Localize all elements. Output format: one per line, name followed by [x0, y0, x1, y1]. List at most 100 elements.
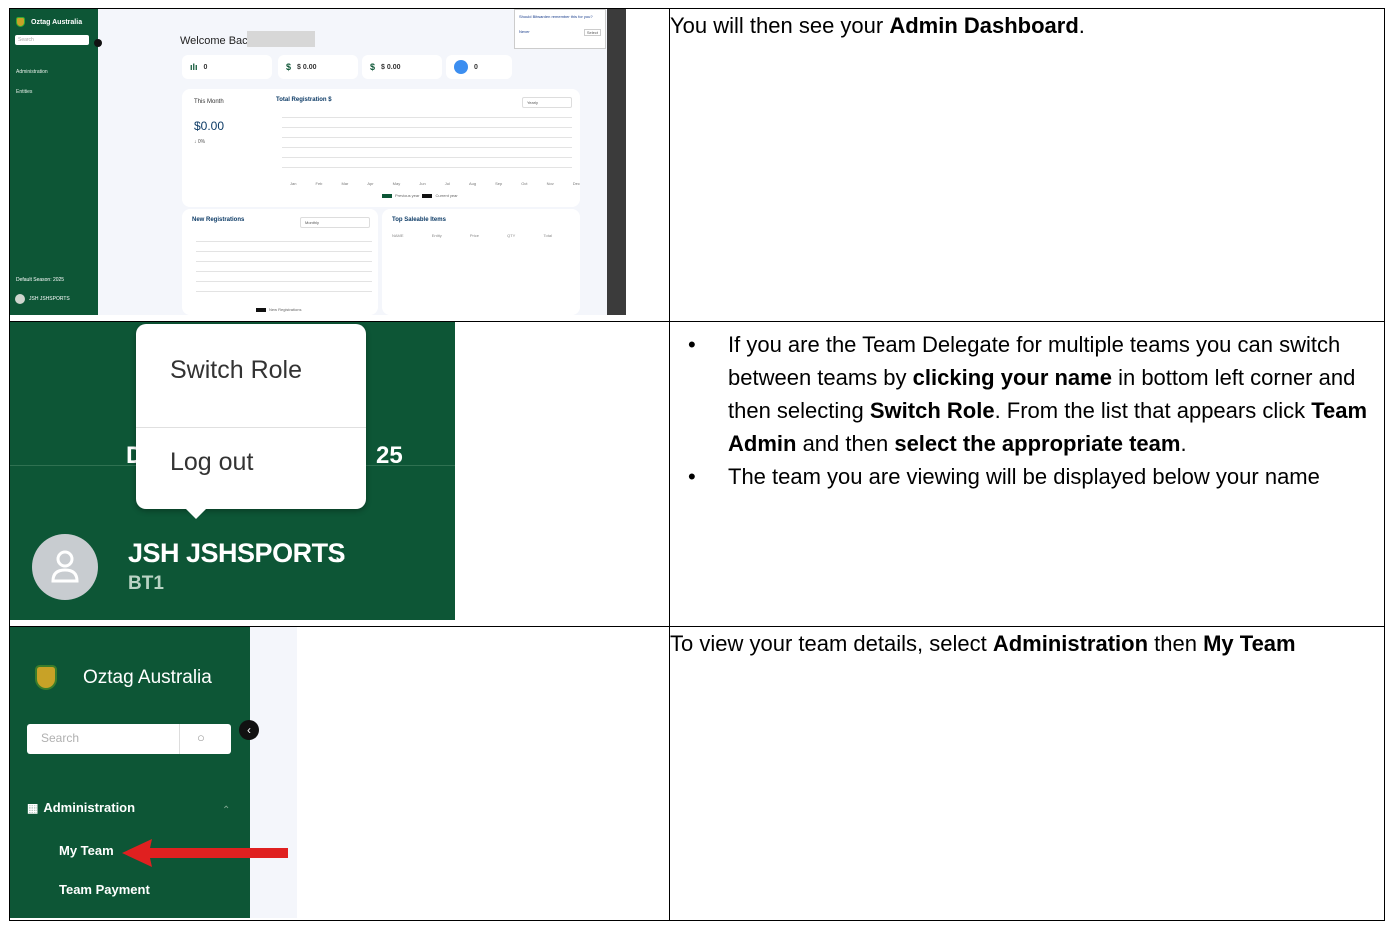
- bullet-icon: •: [688, 464, 696, 489]
- bitwarden-popup: Should Bitwarden remember this for you? …: [514, 9, 606, 49]
- top-items-title: Top Saleable Items: [392, 217, 446, 223]
- dollar-icon: $: [370, 62, 376, 72]
- bitwarden-never-button[interactable]: Never: [519, 29, 530, 36]
- instruction-text: To view your team details, select: [670, 631, 993, 656]
- red-arrow-icon: [122, 839, 288, 867]
- role-menu-screenshot: D 25 Switch Role Log out JSH JSHSPORTS ⌄…: [10, 322, 455, 620]
- search-icon[interactable]: ○: [197, 730, 205, 745]
- dashboard-season: Default Season: 2025: [16, 277, 65, 283]
- dashboard-nav-administration[interactable]: Administration: [16, 69, 48, 75]
- month-tick-label: Feb: [315, 181, 323, 186]
- sidebar-item-label: Administration: [43, 800, 136, 815]
- chevron-down-icon[interactable]: ⌄: [332, 543, 349, 568]
- month-tick-label: Mar: [341, 181, 349, 186]
- grid-icon: ▦: [27, 800, 39, 815]
- new-registrations-swatch: [256, 307, 266, 312]
- sidebar-item-team-payment[interactable]: Team Payment: [59, 882, 150, 897]
- instruction-bold: My Team: [1203, 631, 1296, 656]
- search-divider: [179, 724, 180, 754]
- taskbar-strip: [607, 9, 626, 315]
- month-axis: Jan Feb Mar Apr May Jun Jul Aug Sep Oct Nov Dec: [290, 181, 580, 186]
- month-tick-label: Dec: [572, 181, 580, 186]
- column-header: Price: [469, 233, 479, 238]
- admin-search-input[interactable]: Search ○: [27, 724, 231, 754]
- this-month-label: This Month: [194, 99, 224, 105]
- total-registration-card: This Month Total Registration $ $0.00 ↓ …: [182, 89, 580, 207]
- instruction-text-3: To view your team details, select Admini…: [669, 626, 1385, 921]
- log-out-menu-item[interactable]: Log out: [170, 448, 253, 477]
- sidebar-item-administration[interactable]: ▦ Administration: [27, 800, 135, 815]
- stat-value: $ 0.00: [297, 63, 317, 71]
- stat-card-earnings: $ $ 0.00: [278, 55, 358, 79]
- month-tick-label: Jul: [444, 181, 450, 186]
- legend-new-registrations: New Registrations: [269, 307, 302, 312]
- legend-previous-year: Previous year: [395, 193, 420, 198]
- top-items-card: Top Saleable Items NAME Entity Price QTY Tot…: [382, 209, 580, 315]
- stat-value: 0: [474, 63, 478, 71]
- instruction-text: .: [1180, 431, 1187, 456]
- oztag-logo-icon: [35, 665, 57, 690]
- admin-brand: Oztag Australia: [35, 665, 212, 690]
- column-header: QTY: [507, 233, 516, 238]
- instruction-text: . From the list that appears click: [994, 398, 1312, 423]
- list-item: • The team you are viewing will be displ…: [688, 460, 1377, 493]
- switch-role-menu-item[interactable]: Switch Role: [170, 356, 302, 385]
- instruction-text: .: [1078, 13, 1085, 38]
- dashboard-nav-entities[interactable]: Entities: [16, 89, 32, 95]
- collapse-sidebar-button[interactable]: ‹: [239, 720, 259, 740]
- stat-card-players: 0: [446, 55, 512, 79]
- instruction-table: Oztag Australia Search Administration En…: [9, 8, 1385, 921]
- stat-value: 0: [203, 63, 208, 71]
- players-icon: [454, 60, 468, 74]
- total-registration-title: Total Registration $: [276, 97, 332, 103]
- new-registrations-grid: [196, 241, 372, 301]
- dashboard-sidebar: Oztag Australia Search Administration En…: [10, 9, 98, 315]
- new-registrations-card: New Registrations Monthly New Registrati…: [182, 209, 378, 315]
- sidebar-item-my-team[interactable]: My Team: [59, 843, 114, 858]
- admin-menu-screenshot-cell: Oztag Australia Search ○ ▦ Administratio…: [9, 626, 670, 921]
- instruction-text: The team you are viewing will be display…: [728, 464, 1320, 489]
- current-year-swatch: [422, 193, 433, 198]
- admin-sidebar: Oztag Australia Search ○ ▦ Administratio…: [10, 627, 250, 918]
- instruction-text-2: • If you are the Team Delegate for multi…: [669, 321, 1385, 627]
- dollar-icon: $: [286, 62, 292, 72]
- top-items-header: NAME Entity Price QTY Total: [392, 233, 552, 238]
- instruction-text: then: [1148, 631, 1204, 656]
- instruction-bold: Admin Dashboard: [889, 13, 1079, 38]
- dashboard-screenshot-cell: Oztag Australia Search Administration En…: [9, 8, 670, 322]
- collapse-sidebar-button[interactable]: [94, 39, 102, 47]
- yearly-select[interactable]: Yearly: [522, 97, 572, 108]
- instruction-bold: select the appropriate team: [894, 431, 1181, 456]
- total-chart-grid: [282, 117, 572, 177]
- avatar[interactable]: [32, 534, 98, 600]
- season-text-fragment: 25: [376, 442, 403, 469]
- stat-card-registrations: ılı 0: [182, 55, 272, 79]
- month-tick-label: Jun: [419, 181, 426, 186]
- total-amount: $0.00: [194, 119, 225, 133]
- instruction-bold: Switch Role: [869, 398, 995, 423]
- table-row: D 25 Switch Role Log out JSH JSHSPORTS ⌄…: [9, 321, 1385, 627]
- current-team: BT1: [128, 573, 164, 594]
- dashboard-user[interactable]: JSH JSHSPORTS: [15, 294, 70, 304]
- stat-value: $ 0.00: [381, 63, 401, 71]
- column-header: Entity: [431, 233, 442, 238]
- column-header: NAME: [392, 233, 404, 238]
- monthly-select[interactable]: Monthly: [300, 217, 370, 228]
- search-placeholder: Search: [41, 731, 80, 745]
- admin-brand-name: Oztag Australia: [83, 666, 212, 688]
- chevron-up-icon[interactable]: ⌃: [222, 805, 230, 816]
- dashboard-search-input[interactable]: Search: [15, 35, 89, 45]
- user-name[interactable]: JSH JSHSPORTS: [128, 538, 346, 569]
- redacted-name: [247, 31, 315, 47]
- dashboard-user-name: JSH JSHSPORTS: [29, 296, 70, 302]
- menu-divider: [136, 427, 366, 428]
- bitwarden-select-button[interactable]: Select: [583, 29, 601, 36]
- welcome-text: Welcome Back,: [180, 35, 257, 47]
- instruction-text: and then: [796, 431, 895, 456]
- instruction-bullets: • If you are the Team Delegate for multi…: [688, 328, 1377, 493]
- bar-chart-icon: ılı: [190, 62, 198, 72]
- avatar: [15, 294, 25, 304]
- new-registrations-title: New Registrations: [192, 217, 245, 223]
- instruction-text: You will then see your: [670, 13, 890, 38]
- month-tick-label: Apr: [367, 181, 374, 186]
